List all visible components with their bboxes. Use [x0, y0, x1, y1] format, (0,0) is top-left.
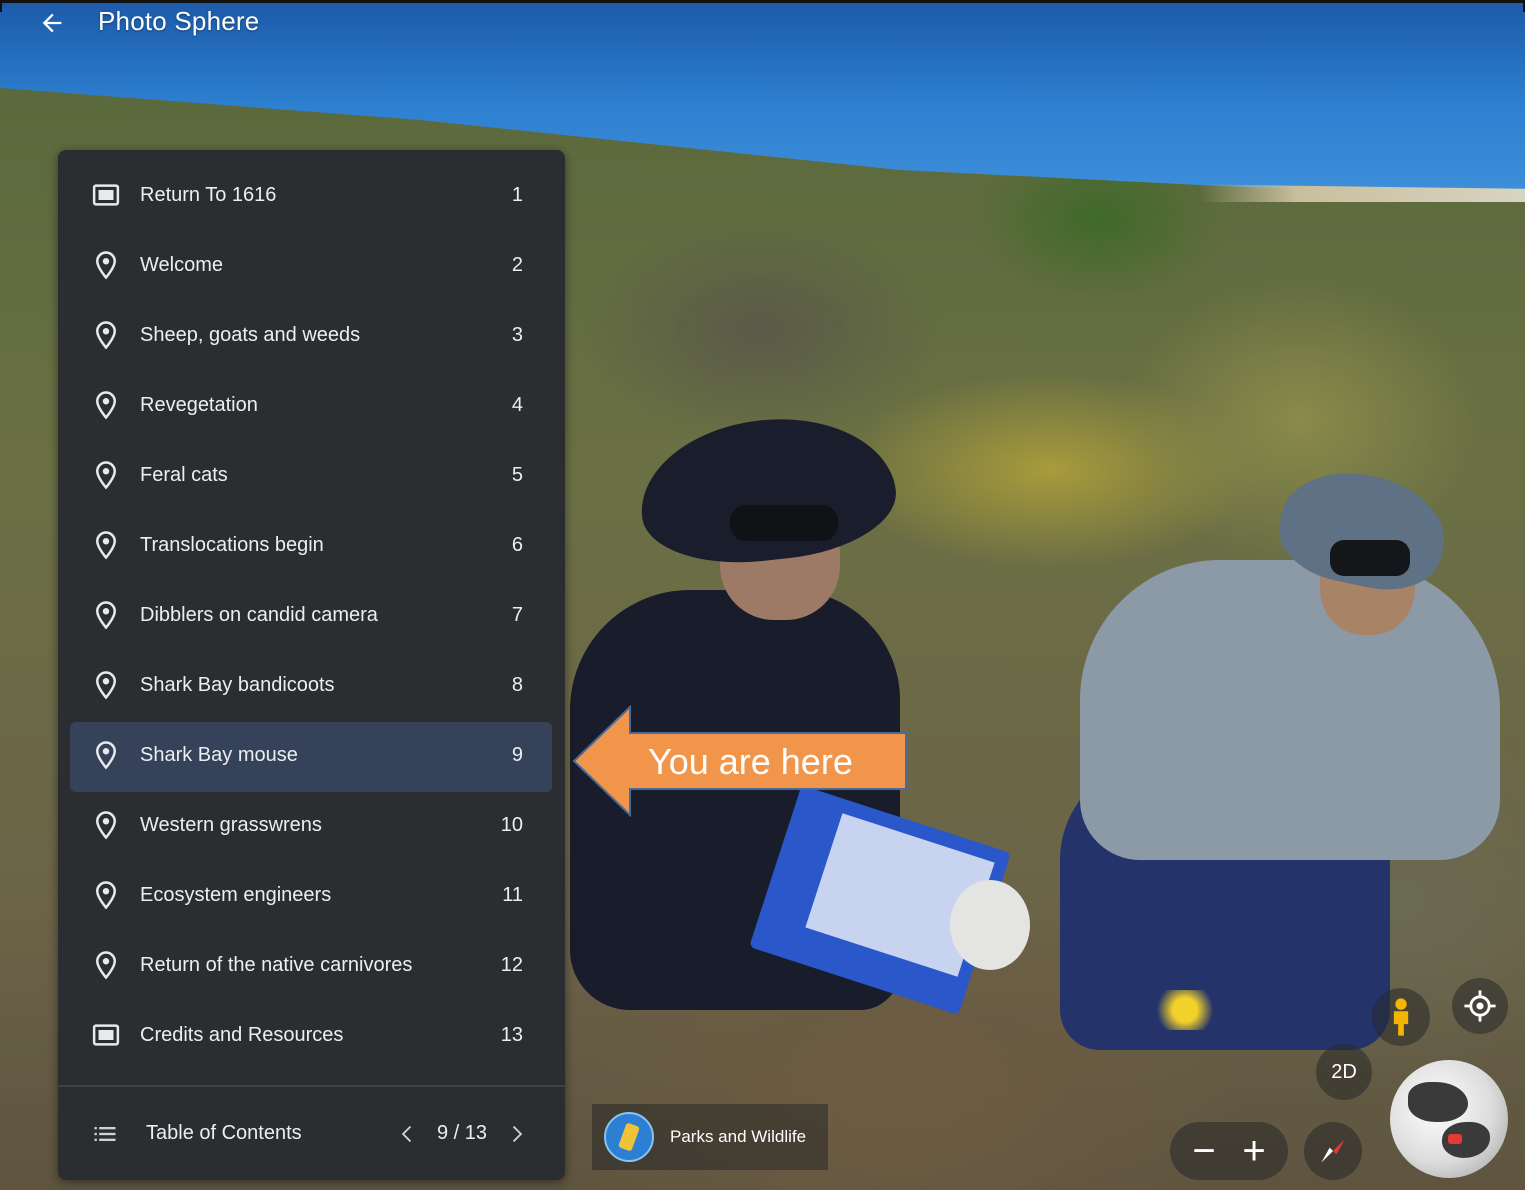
toc-item-number: 4 [511, 393, 523, 416]
globe-landmass [1408, 1082, 1468, 1122]
toc-footer: Table of Contents 9 / 13 [58, 1085, 565, 1180]
toc-item-label: Translocations begin [140, 533, 324, 556]
toc-item-label: Return of the native carnivores [140, 953, 413, 976]
pager-position: 9 / 13 [436, 1122, 487, 1144]
globe-minimap[interactable] [1390, 1060, 1508, 1178]
toc-item-label: Credits and Resources [140, 1023, 344, 1046]
white-hat [950, 880, 1030, 970]
place-pin-icon [90, 249, 122, 281]
parks-wildlife-logo [604, 1112, 654, 1162]
toc-item[interactable]: Western grasswrens 10 [58, 790, 565, 860]
toc-item-label: Ecosystem engineers [140, 883, 332, 906]
callout-text: You are here [648, 741, 853, 782]
my-location-button[interactable] [1452, 978, 1508, 1034]
person-right-sunglasses [1330, 540, 1410, 576]
toc-item[interactable]: Return of the native carnivores 12 [58, 930, 565, 1000]
toc-item-number: 3 [511, 323, 523, 346]
place-pin-icon [90, 459, 122, 491]
toc-item-number: 1 [511, 183, 523, 206]
table-of-contents-panel: Return To 1616 1 Welcome 2 Sheep, goats and … [58, 150, 565, 1180]
toc-item[interactable]: Welcome 2 [58, 230, 565, 300]
app-title: Photo Sphere [98, 6, 260, 36]
place-pin-icon [90, 529, 122, 561]
crosshair-icon [1464, 990, 1496, 1022]
attribution-chip[interactable]: Parks and Wildlife [592, 1104, 828, 1170]
slide-icon [90, 179, 122, 211]
pegman-button[interactable] [1372, 988, 1430, 1046]
toc-item[interactable]: Shark Bay mouse 9 [58, 720, 565, 792]
toc-list: Return To 1616 1 Welcome 2 Sheep, goats and … [58, 160, 565, 1070]
toc-item-label: Dibblers on candid camera [140, 603, 378, 626]
toc-item-number: 13 [500, 1023, 523, 1046]
toc-item-number: 10 [500, 813, 523, 836]
place-pin-icon [90, 739, 122, 771]
toc-item-label: Revegetation [140, 393, 258, 416]
place-pin-icon [90, 599, 122, 631]
toc-item-number: 11 [502, 883, 523, 906]
toc-item-number: 7 [511, 603, 523, 626]
toc-item[interactable]: Sheep, goats and weeds 3 [58, 300, 565, 370]
next-button[interactable] [501, 1116, 531, 1152]
zoom-out-button[interactable]: − [1179, 1126, 1229, 1176]
place-pin-icon [90, 669, 122, 701]
globe-location-marker [1448, 1134, 1462, 1144]
place-pin-icon [90, 949, 122, 981]
toc-item-label: Sheep, goats and weeds [140, 323, 361, 346]
chevron-right-icon [512, 1125, 523, 1142]
toc-item[interactable]: Feral cats 5 [58, 440, 565, 510]
toc-item-label: Shark Bay mouse [140, 743, 298, 766]
toc-item-number: 5 [511, 463, 523, 486]
back-button[interactable] [32, 6, 72, 40]
toc-item-label: Western grasswrens [140, 813, 322, 836]
toc-item[interactable]: Shark Bay bandicoots 8 [58, 650, 565, 720]
toc-item-label: Return To 1616 [140, 183, 277, 206]
pegman-icon [1393, 998, 1409, 1036]
zoom-in-button[interactable]: + [1229, 1126, 1279, 1176]
top-bar: Photo Sphere [0, 0, 1525, 50]
person-left-sunglasses [730, 505, 838, 541]
toc-item-number: 12 [500, 953, 523, 976]
zoom-controls: − + [1170, 1122, 1288, 1180]
toc-item[interactable]: Dibblers on candid camera 7 [58, 580, 565, 650]
toc-footer-label[interactable]: Table of Contents [146, 1122, 393, 1145]
place-pin-icon [90, 809, 122, 841]
toc-item-label: Welcome [140, 253, 223, 276]
toc-item-label: Feral cats [140, 463, 228, 486]
toc-item[interactable]: Revegetation 4 [58, 370, 565, 440]
place-pin-icon [90, 879, 122, 911]
yellow-flowers [1150, 990, 1220, 1030]
attribution-text: Parks and Wildlife [670, 1127, 807, 1146]
slide-icon [90, 1019, 122, 1051]
toc-item[interactable]: Ecosystem engineers 11 [58, 860, 565, 930]
list-icon[interactable] [90, 1119, 120, 1149]
view-2d-button[interactable]: 2D [1316, 1044, 1372, 1100]
compass-button[interactable] [1304, 1122, 1362, 1180]
compass-icon [1321, 1139, 1345, 1163]
arrow-back-icon [42, 13, 62, 33]
toc-item[interactable]: Translocations begin 6 [58, 510, 565, 580]
place-pin-icon [90, 319, 122, 351]
previous-button[interactable] [393, 1116, 423, 1152]
toc-item-number: 6 [511, 533, 523, 556]
you-are-here-callout: You are here [572, 705, 908, 817]
toc-item-label: Shark Bay bandicoots [140, 673, 335, 696]
toc-item-number: 9 [511, 743, 523, 766]
toc-item-number: 8 [511, 673, 523, 696]
toc-item[interactable]: Return To 1616 1 [58, 160, 565, 230]
chevron-left-icon [401, 1125, 412, 1142]
place-pin-icon [90, 389, 122, 421]
toc-item-number: 2 [511, 253, 523, 276]
person-right-body [1080, 560, 1500, 860]
toc-item[interactable]: Credits and Resources 13 [58, 1000, 565, 1070]
pager: 9 / 13 [393, 1116, 531, 1152]
